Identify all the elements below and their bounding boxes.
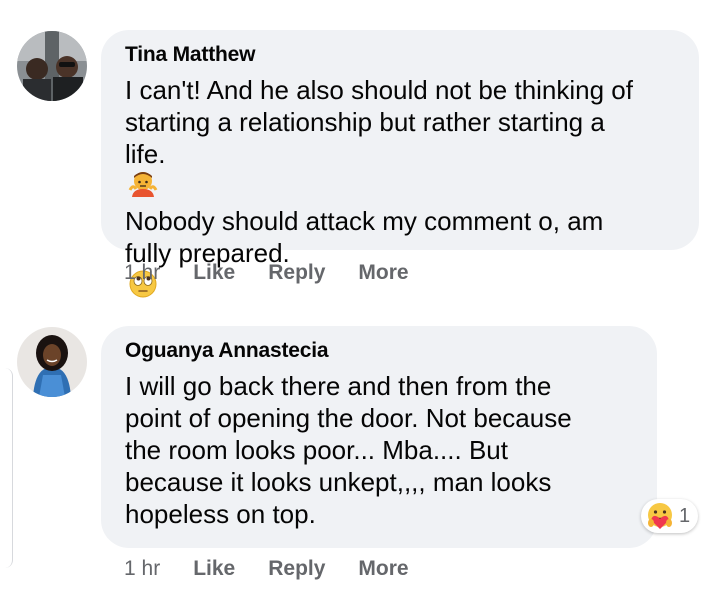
comment-line: I can't! And he also should not be think… [125,75,633,105]
comment-actions: 1 hr Like Reply More [124,557,442,581]
comment-line: life. [125,139,166,169]
comment-timestamp[interactable]: 1 hr [124,261,160,285]
reaction-summary[interactable]: 1 [641,499,699,533]
comment-bubble: Oguanya Annastecia I will go back there … [101,326,657,548]
like-button[interactable]: Like [193,557,235,581]
comment-author[interactable]: Oguanya Annastecia [125,338,633,364]
comment-line: point of opening the door. Not because [125,403,572,433]
comment-line: I will go back there and then from the [125,371,552,401]
comment-line: starting a relationship but rather start… [125,107,605,137]
comment-line: because it looks unkept,,,, man looks [125,467,552,497]
comment-line: the room looks poor... Mba.... But [125,435,508,465]
avatar-photo [17,31,87,101]
more-button[interactable]: More [358,261,408,285]
comment-author[interactable]: Tina Matthew [125,42,675,68]
care-reaction-icon [645,501,675,531]
shrug-emoji-icon [128,170,675,205]
like-button[interactable]: Like [193,261,235,285]
avatar-photo [17,327,87,397]
comment-timestamp[interactable]: 1 hr [124,557,160,581]
avatar[interactable] [17,327,87,397]
avatar[interactable] [17,31,87,101]
comment-actions: 1 hr Like Reply More [124,261,442,285]
more-button[interactable]: More [358,557,408,581]
comment-bubble: Tina Matthew I can't! And he also should… [101,30,699,298]
comment-text: I will go back there and then from the p… [125,370,633,530]
comment-line: Nobody should attack my comment o, am [125,206,604,236]
reaction-count: 1 [679,504,691,527]
comment-line-with-emoji: life. [125,138,675,205]
reply-button[interactable]: Reply [268,261,325,285]
comment-line: hopeless on top. [125,499,316,529]
side-panel-edge [0,368,13,568]
reply-button[interactable]: Reply [268,557,325,581]
